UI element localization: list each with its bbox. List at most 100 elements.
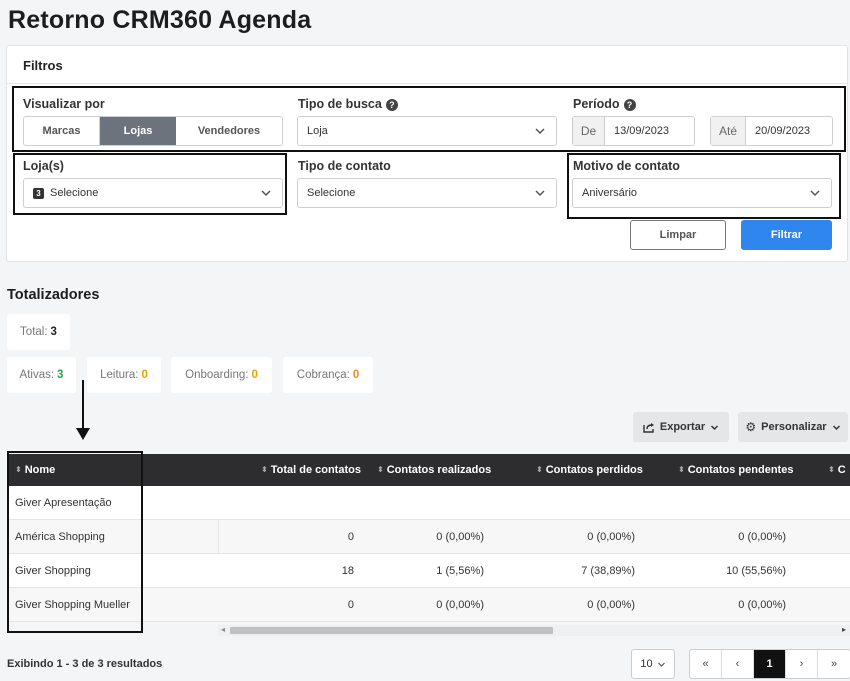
total-card: Total: 3 <box>7 314 70 350</box>
search-type-select[interactable]: Loja <box>297 116 557 146</box>
scrollbar-thumb[interactable] <box>230 627 553 634</box>
column-label: Contatos perdidos <box>545 464 643 476</box>
contact-reason-select[interactable]: Aniversário <box>572 178 832 208</box>
chevron-down-icon <box>535 190 545 197</box>
gear-icon: ⚙ <box>745 420 757 434</box>
search-type-label-text: Tipo de busca <box>298 97 382 111</box>
column-header-truncated[interactable]: ⬍ C <box>828 464 846 476</box>
cell-total: 18 <box>341 565 354 577</box>
period-to-field[interactable]: Até 20/09/2023 <box>710 116 833 146</box>
cell-total: 0 <box>347 599 354 611</box>
total-value: 3 <box>50 326 57 338</box>
column-label: Contatos realizados <box>386 464 492 476</box>
sort-icon: ⬍ <box>536 465 543 474</box>
onboarding-value: 0 <box>251 369 258 381</box>
billing-label: Cobrança: <box>296 369 350 381</box>
share-icon <box>643 422 654 433</box>
column-label: Total de contatos <box>270 464 361 476</box>
column-header-total[interactable]: ⬍ Total de contatos <box>261 464 361 476</box>
chevron-down-icon <box>832 424 840 430</box>
cell-pending: 0 (0,00%) <box>738 599 786 611</box>
sort-icon: ⬍ <box>261 465 268 474</box>
scroll-right-icon[interactable]: ▸ <box>842 625 846 634</box>
cell-pending: 10 (55,56%) <box>726 565 786 577</box>
chevron-down-icon <box>535 128 545 135</box>
reading-card: Leitura: 0 <box>87 357 161 393</box>
results-summary: Exibindo 1 - 3 de 3 resultados <box>7 658 163 670</box>
period-from-prefix: De <box>573 117 605 145</box>
period-label: Período? <box>573 97 636 111</box>
search-type-label: Tipo de busca? <box>298 97 398 111</box>
chevron-down-icon <box>810 190 820 197</box>
active-card: Ativas: 3 <box>7 357 76 393</box>
active-value: 3 <box>57 369 64 381</box>
page-title: Retorno CRM360 Agenda <box>8 6 312 34</box>
help-icon[interactable]: ? <box>385 99 398 111</box>
cell-lost: 0 (0,00%) <box>587 531 635 543</box>
stores-label: Loja(s) <box>23 159 64 173</box>
prev-page-button[interactable]: ‹ <box>722 650 754 678</box>
annotation-arrow-head <box>76 428 90 440</box>
chevron-down-icon <box>711 424 719 430</box>
view-by-segmented: Marcas Lojas Vendedores <box>23 116 283 146</box>
pagination: « ‹ 1 › » <box>689 649 850 679</box>
view-by-label: Visualizar por <box>23 97 105 111</box>
view-by-lojas[interactable]: Lojas <box>100 117 176 145</box>
column-header-perdidos[interactable]: ⬍ Contatos perdidos <box>536 464 643 476</box>
sort-icon: ⬍ <box>678 465 685 474</box>
reading-label: Leitura: <box>100 369 139 381</box>
column-label: Contatos pendentes <box>687 464 794 476</box>
onboarding-label: Onboarding: <box>185 369 249 381</box>
filters-title: Filtros <box>23 58 63 73</box>
scroll-left-icon[interactable]: ◂ <box>221 625 225 634</box>
period-to-value: 20/09/2023 <box>755 125 811 137</box>
export-label: Exportar <box>659 421 706 433</box>
chevron-down-icon <box>261 190 271 197</box>
totals-title: Totalizadores <box>7 287 100 303</box>
cell-total: 0 <box>347 531 354 543</box>
onboarding-card: Onboarding: 0 <box>171 357 272 393</box>
sort-icon: ⬍ <box>828 465 835 474</box>
last-page-button[interactable]: » <box>818 650 850 678</box>
horizontal-scrollbar[interactable]: ◂ ▸ <box>218 625 850 636</box>
period-to-prefix: Até <box>711 117 746 145</box>
stores-select[interactable]: 3 Selecione <box>23 178 283 208</box>
view-by-vendedores[interactable]: Vendedores <box>176 117 282 145</box>
column-divider <box>218 520 219 554</box>
export-button[interactable]: Exportar <box>633 412 729 442</box>
contact-reason-label: Motivo de contato <box>573 159 680 173</box>
cell-done: 0 (0,00%) <box>436 599 484 611</box>
page-button-current[interactable]: 1 <box>754 650 786 678</box>
contact-reason-value: Aniversário <box>582 187 638 199</box>
contact-type-value: Selecione <box>307 187 356 199</box>
cell-lost: 7 (38,89%) <box>581 565 635 577</box>
customize-button[interactable]: ⚙ Personalizar <box>738 412 848 442</box>
active-label: Ativas: <box>19 369 55 381</box>
cell-pending: 0 (0,00%) <box>738 531 786 543</box>
column-label: C <box>837 464 846 476</box>
column-header-realizados[interactable]: ⬍ Contatos realizados <box>377 464 491 476</box>
contact-type-select[interactable]: Selecione <box>297 178 557 208</box>
view-by-marcas[interactable]: Marcas <box>24 117 100 145</box>
column-header-pendentes[interactable]: ⬍ Contatos pendentes <box>678 464 793 476</box>
first-page-button[interactable]: « <box>690 650 722 678</box>
page-size-select[interactable]: 10 <box>631 649 675 679</box>
annotation-arrow-line <box>82 380 84 432</box>
period-from-value: 13/09/2023 <box>614 125 670 137</box>
page-size-value: 10 <box>640 658 653 670</box>
next-page-button[interactable]: › <box>786 650 818 678</box>
clear-button[interactable]: Limpar <box>630 220 726 250</box>
highlight-name-column <box>7 451 143 633</box>
filters-header: Filtros <box>7 46 847 84</box>
filter-button[interactable]: Filtrar <box>741 220 832 250</box>
chevron-down-icon <box>657 662 665 667</box>
contact-type-label: Tipo de contato <box>298 159 391 173</box>
period-label-text: Período <box>573 97 620 111</box>
period-from-field[interactable]: De 13/09/2023 <box>572 116 695 146</box>
customize-label: Personalizar <box>761 421 827 433</box>
billing-card: Cobrança: 0 <box>283 357 373 393</box>
help-icon[interactable]: ? <box>623 99 636 111</box>
reading-value: 0 <box>141 369 148 381</box>
total-label: Total: <box>20 326 48 338</box>
search-type-value: Loja <box>307 125 328 137</box>
